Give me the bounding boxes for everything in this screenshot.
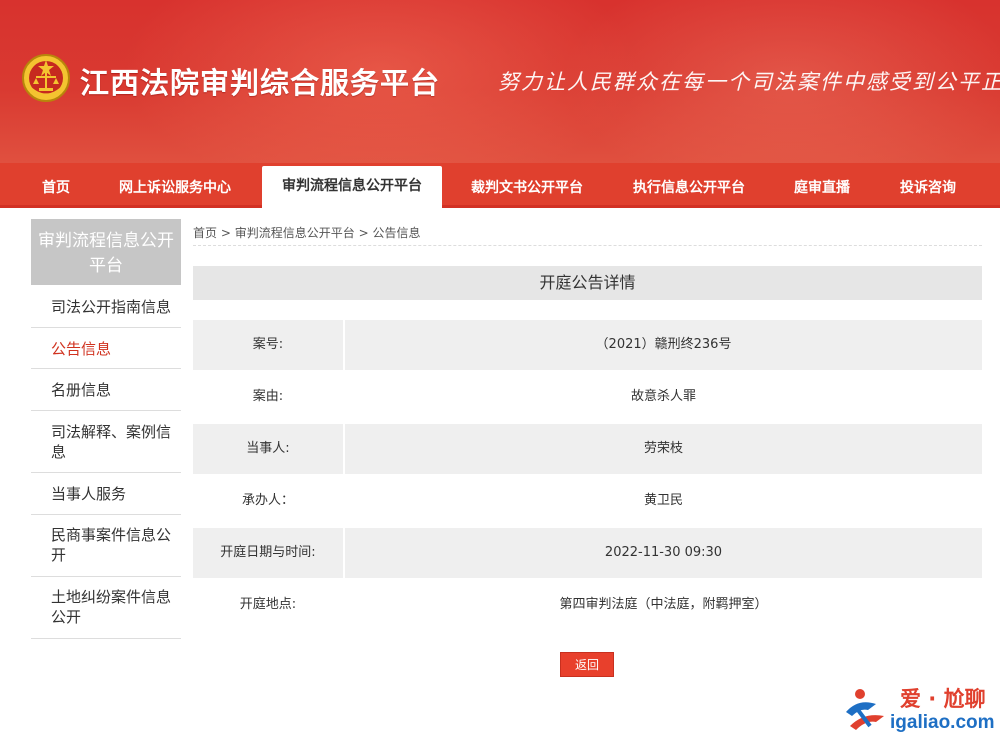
row-label: 案由: <box>252 389 284 404</box>
nav-item-live-trials[interactable]: 庭审直播 <box>794 163 850 208</box>
row-label: 案号: <box>252 337 284 352</box>
breadcrumb-separator: > <box>220 226 231 240</box>
sidebar-item-announcements[interactable]: 公告信息 <box>31 328 181 369</box>
sidebar-item-land-disputes[interactable]: 土地纠纷案件信息公开 <box>31 577 181 639</box>
nav-item-trial-process[interactable]: 审判流程信息公开平台 <box>262 166 442 208</box>
nav-item-judgments[interactable]: 裁判文书公开平台 <box>471 163 583 208</box>
row-value: 2022-11-30 09:30 <box>604 545 723 560</box>
nav-item-online-litigation[interactable]: 网上诉讼服务中心 <box>119 163 231 208</box>
breadcrumb-home[interactable]: 首页 <box>193 226 217 240</box>
row-value: 劳荣枝 <box>643 441 683 456</box>
row-label: 当事人: <box>246 441 290 456</box>
site-title: 江西法院审判综合服务平台 <box>80 66 441 100</box>
sidebar-item-party-services[interactable]: 当事人服务 <box>31 473 181 515</box>
row-label: 开庭日期与时间: <box>220 545 316 560</box>
detail-row-case-number: 案号: （2021）赣刑终236号 <box>193 320 982 370</box>
detail-title: 开庭公告详情 <box>193 266 982 300</box>
header-banner: 江西法院审判综合服务平台 努力让人民群众在每一个司法案件中感受到公平正义 <box>0 0 1000 163</box>
sidebar-item-guide[interactable]: 司法公开指南信息 <box>31 287 181 328</box>
back-button[interactable]: 返回 <box>560 652 614 677</box>
sidebar-heading: 审判流程信息公开平台 <box>31 219 181 285</box>
breadcrumb-current[interactable]: 公告信息 <box>372 226 420 240</box>
row-label: 承办人： <box>241 493 294 508</box>
detail-row-cause: 案由: 故意杀人罪 <box>193 372 982 422</box>
detail-row-datetime: 开庭日期与时间: 2022-11-30 09:30 <box>193 528 982 578</box>
breadcrumb-divider <box>193 245 982 246</box>
breadcrumb-section[interactable]: 审判流程信息公开平台 <box>235 226 355 240</box>
nav-item-home[interactable]: 首页 <box>42 163 70 208</box>
row-label: 开庭地点: <box>239 597 297 612</box>
watermark-text-cn: 爱 · 尬聊 <box>900 687 986 711</box>
breadcrumb-separator: > <box>358 226 369 240</box>
detail-row-party: 当事人: 劳荣枝 <box>193 424 982 474</box>
breadcrumb: 首页 > 审判流程信息公开平台 > 公告信息 <box>193 224 420 241</box>
row-value: 故意杀人罪 <box>630 389 696 404</box>
detail-row-location: 开庭地点: 第四审判法庭（中法庭，附羁押室） <box>193 580 982 630</box>
main-nav: 首页 网上诉讼服务中心 审判流程信息公开平台 裁判文书公开平台 执行信息公开平台… <box>0 163 1000 208</box>
row-value: （2021）赣刑终236号 <box>595 337 732 352</box>
row-value: 第四审判法庭（中法庭，附羁押室） <box>559 597 768 612</box>
sidebar-item-interpretations[interactable]: 司法解释、案例信息 <box>31 411 181 473</box>
row-value: 黄卫民 <box>643 493 683 508</box>
site-slogan: 努力让人民群众在每一个司法案件中感受到公平正义 <box>498 70 1000 94</box>
watermark-text-en: igaliao.com <box>890 712 995 733</box>
nav-item-complaints[interactable]: 投诉咨询 <box>900 163 956 208</box>
sidebar-item-civil-cases[interactable]: 民商事案件信息公开 <box>31 515 181 577</box>
sidebar-item-rosters[interactable]: 名册信息 <box>31 369 181 411</box>
court-emblem-icon <box>22 54 70 102</box>
detail-row-judge: 承办人： 黄卫民 <box>193 476 982 526</box>
nav-item-enforcement[interactable]: 执行信息公开平台 <box>633 163 745 208</box>
